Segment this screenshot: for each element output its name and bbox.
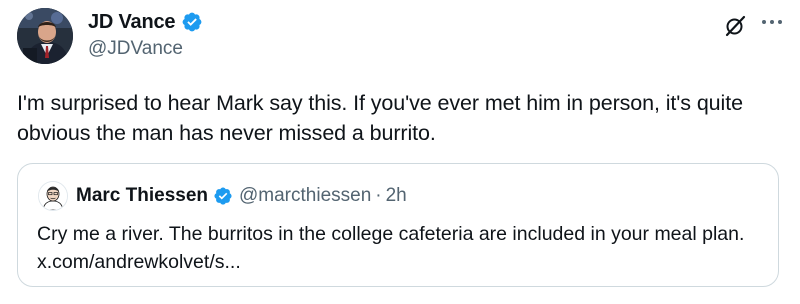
tweet-text: I'm surprised to hear Mark say this. If … [17,91,743,145]
author-handle[interactable]: @JDVance [88,38,183,60]
jd-vance-avatar-icon [17,8,73,64]
author-avatar[interactable] [17,8,73,64]
author-name-row: JD Vance [88,9,203,35]
quoted-tweet[interactable]: Marc Thiessen @marcthiessen · 2h Cry me … [17,163,779,287]
author-display-name[interactable]: JD Vance [88,11,176,34]
quote-author-avatar[interactable] [38,181,68,211]
marc-thiessen-avatar-icon [39,182,67,210]
verified-badge-icon[interactable] [181,11,203,33]
quote-text: Cry me a river. The burritos in the coll… [37,223,745,273]
tweet: JD Vance @JDVance I'm surprised to hear … [0,0,800,304]
quote-header: Marc Thiessen @marcthiessen · 2h [76,183,407,209]
quote-timestamp[interactable]: 2h [386,185,407,207]
quote-author-handle[interactable]: @marcthiessen [239,185,371,207]
grok-icon[interactable] [723,14,747,38]
quote-verified-badge-icon[interactable] [213,186,233,206]
quote-author-display-name[interactable]: Marc Thiessen [76,185,208,207]
quote-separator: · [375,185,382,206]
more-options-icon[interactable] [758,12,786,32]
